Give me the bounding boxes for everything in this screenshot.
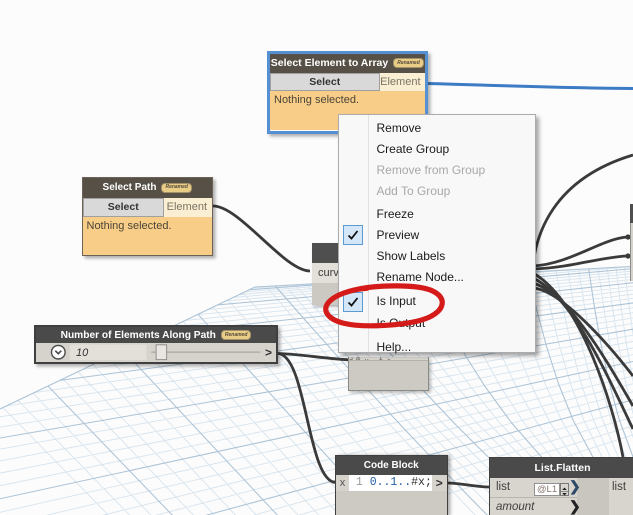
svg-text:>: >: [265, 346, 272, 360]
svg-text:10: 10: [76, 347, 89, 359]
